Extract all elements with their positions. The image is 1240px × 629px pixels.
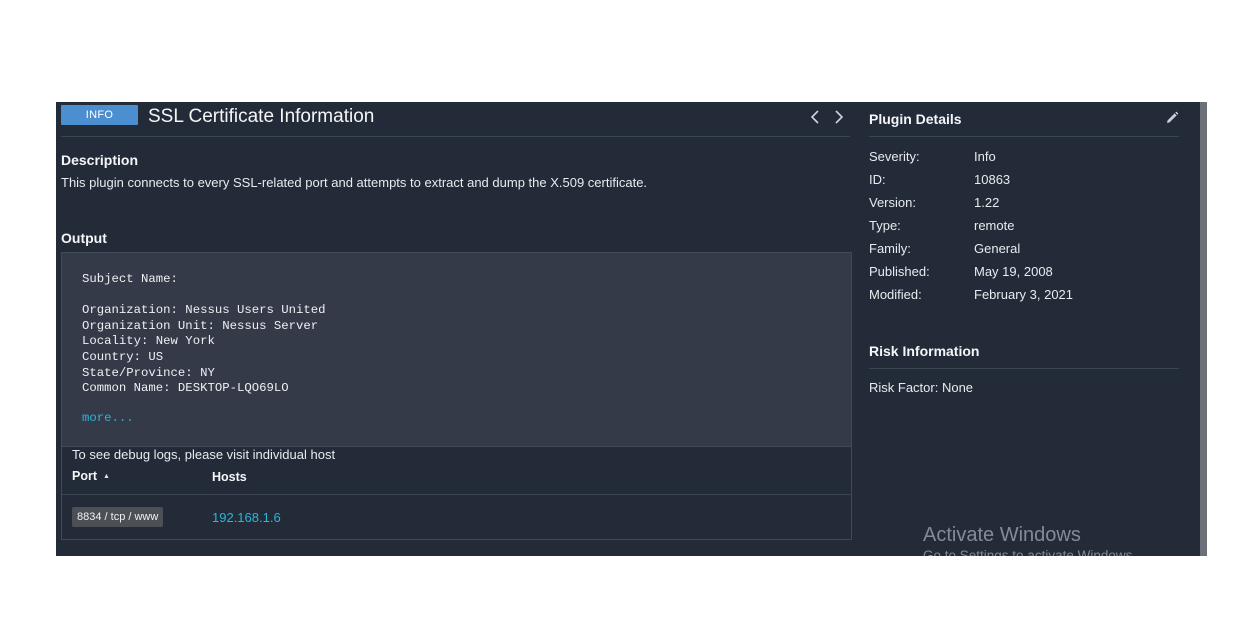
detail-label: Modified: <box>869 287 922 302</box>
chevron-left-icon[interactable] <box>809 108 823 126</box>
detail-type: Type: remote <box>869 218 1014 234</box>
table-divider <box>62 494 851 495</box>
detail-value: February 3, 2021 <box>974 287 1074 302</box>
plugin-details-divider <box>869 136 1179 137</box>
detail-value: Info <box>974 149 996 164</box>
detail-value: General <box>974 241 1021 256</box>
header-divider <box>61 136 850 137</box>
output-heading: Output <box>61 230 107 246</box>
detail-id: ID: 10863 <box>869 172 1010 188</box>
detail-value: remote <box>974 218 1015 233</box>
severity-badge: INFO <box>61 105 138 125</box>
detail-label: Family: <box>869 241 911 256</box>
activate-windows-subtitle: Go to Settings to activate Windows. <box>923 548 1137 556</box>
detail-version: Version: 1.22 <box>869 195 999 211</box>
risk-factor: Risk Factor: None <box>869 380 974 395</box>
detail-modified: Modified: February 3, 2021 <box>869 287 1073 303</box>
host-link[interactable]: 192.168.1.6 <box>212 510 281 525</box>
debug-note: To see debug logs, please visit individu… <box>72 447 336 462</box>
scrollbar[interactable] <box>1200 102 1207 556</box>
chevron-right-icon[interactable] <box>831 108 845 126</box>
sort-ascending-icon: ▲ <box>103 473 110 481</box>
port-badge: 8834 / tcp / www <box>72 507 164 527</box>
port-column-header[interactable]: Port ▲ <box>72 469 110 483</box>
more-link[interactable]: more... <box>82 411 134 425</box>
pencil-icon[interactable] <box>1165 111 1179 125</box>
detail-label: ID: <box>869 172 886 187</box>
plugin-title: SSL Certificate Information <box>148 106 375 127</box>
activate-windows-title: Activate Windows <box>923 524 1081 546</box>
detail-published: Published: May 19, 2008 <box>869 264 1053 280</box>
detail-family: Family: General <box>869 241 1020 257</box>
description-heading: Description <box>61 152 139 168</box>
port-column-label: Port <box>72 469 97 483</box>
detail-label: Severity: <box>869 149 920 164</box>
hosts-column-header: Hosts <box>212 470 247 484</box>
detail-label: Type: <box>869 218 901 233</box>
description-text: This plugin connects to every SSL-relate… <box>61 175 648 190</box>
detail-severity: Severity: Info <box>869 149 996 165</box>
detail-label: Published: <box>869 264 930 279</box>
output-box: Subject Name: Organization: Nessus Users… <box>61 252 852 447</box>
detail-label: Version: <box>869 195 916 210</box>
detail-value: May 19, 2008 <box>974 264 1053 279</box>
hosts-table: To see debug logs, please visit individu… <box>61 446 852 540</box>
detail-value: 1.22 <box>974 195 1000 210</box>
output-text: Subject Name: Organization: Nessus Users… <box>82 272 326 396</box>
risk-information-divider <box>869 368 1179 369</box>
risk-information-heading: Risk Information <box>869 343 980 359</box>
plugin-details-heading: Plugin Details <box>869 111 962 127</box>
detail-value: 10863 <box>974 172 1011 187</box>
plugin-panel: INFO SSL Certificate Information Descrip… <box>56 102 1207 556</box>
